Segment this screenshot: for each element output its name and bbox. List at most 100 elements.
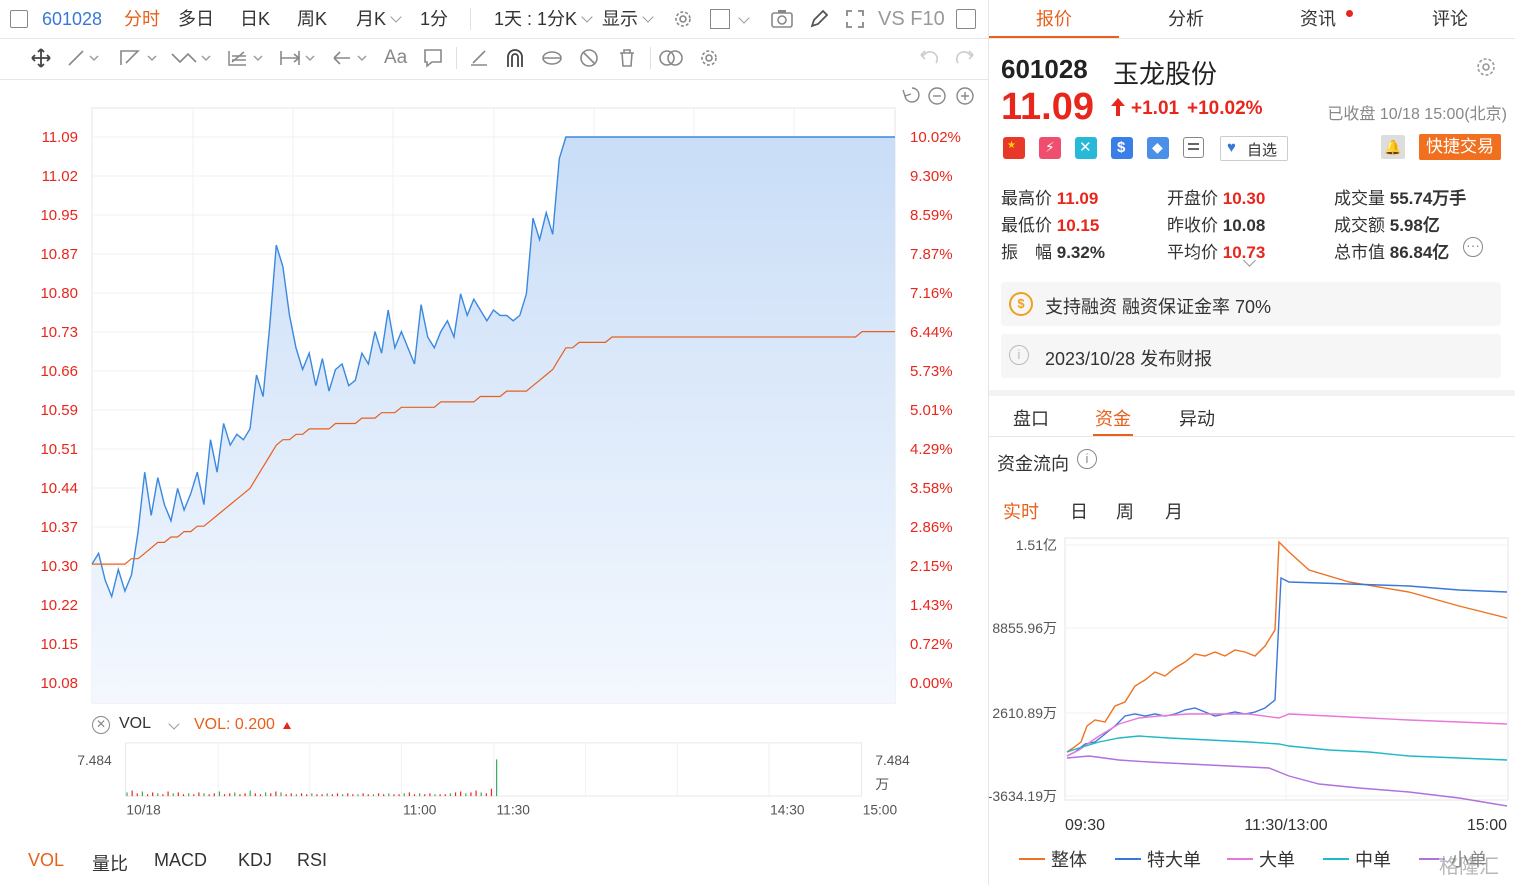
vol-bar [218, 791, 221, 797]
arrow-tool-icon[interactable] [330, 48, 372, 68]
x-label-1500: 15:00 [863, 802, 898, 817]
legend-label: 中单 [1355, 850, 1391, 870]
fund-flow-chart[interactable]: 1.51亿 8855.96万 2610.89万 -3634.19万 09:30 … [989, 530, 1515, 840]
legend-super-large[interactable]: 特大单 [1115, 846, 1201, 872]
tab-monthly-k[interactable]: 月K [356, 0, 402, 38]
undo-icon[interactable] [918, 47, 940, 69]
quote-panel: 报价 分析 资讯 评论 601028 玉龙股份 11.09 +1.01 +10.… [989, 0, 1515, 885]
comment-tool-icon[interactable] [422, 47, 444, 69]
legend-overall[interactable]: 整体 [1019, 846, 1087, 872]
tab-analysis[interactable]: 分析 [1121, 0, 1251, 38]
vol-bar [321, 794, 323, 797]
pct-tick: 6.44% [910, 324, 953, 341]
bell-icon[interactable]: 🔔 [1381, 135, 1405, 159]
compare-icon[interactable] [658, 47, 684, 69]
margin-info-row[interactable]: $ 支持融资 融资保证金率 70% [1001, 282, 1501, 326]
period-realtime[interactable]: 实时 [1003, 498, 1039, 524]
tab-order-book[interactable]: 盘口 [1013, 405, 1049, 431]
quote-settings-icon[interactable] [1475, 56, 1497, 78]
lightning-icon[interactable]: ⚡ [1039, 137, 1061, 159]
period-week[interactable]: 周 [1116, 498, 1134, 524]
coin-icon: $ [1009, 292, 1033, 316]
tab-vol[interactable]: VOL [28, 850, 64, 871]
fullscreen-icon[interactable] [844, 8, 866, 30]
tab-rsi[interactable]: RSI [297, 850, 327, 871]
stat-item: 总市值 86.84亿 [1334, 238, 1449, 263]
tag-icon[interactable]: ◆ [1147, 137, 1169, 159]
tab-anomaly[interactable]: 异动 [1179, 405, 1215, 431]
checkbox-icon[interactable] [710, 9, 730, 29]
legend-medium[interactable]: 中单 [1323, 846, 1391, 872]
report-info-row[interactable]: i 2023/10/28 发布财报 [1001, 334, 1501, 378]
camera-icon[interactable] [770, 8, 794, 30]
stat-label: 开盘价 [1167, 189, 1223, 208]
tab-macd[interactable]: MACD [154, 850, 207, 871]
drawing-settings-icon[interactable] [698, 47, 720, 69]
flow-info-icon[interactable]: i [1077, 449, 1097, 469]
interval-select[interactable]: 1分 [420, 0, 448, 38]
tab-daily-k[interactable]: 日K [240, 0, 270, 38]
vol-bar [362, 793, 364, 797]
period-select[interactable]: 1天 : 1分K [494, 0, 593, 38]
tab-timeshare[interactable]: 分时 [124, 0, 160, 38]
stat-label: 最低价 [1001, 216, 1057, 235]
tab-quote[interactable]: 报价 [989, 0, 1119, 38]
legend-large[interactable]: 大单 [1227, 846, 1295, 872]
vol-bar [208, 794, 210, 797]
volume-chart[interactable]: 7.484 7.484 万 10/18 11:00 11:30 14:30 15… [0, 720, 988, 830]
tab-multiday[interactable]: 多日 [178, 0, 214, 38]
stat-item: 最高价 11.09 [1001, 184, 1098, 209]
quick-trade-button[interactable]: 快捷交易 [1419, 134, 1501, 160]
vol-bar [388, 793, 390, 797]
price-tick: 11.02 [42, 168, 78, 185]
text-tool-icon[interactable]: Aa [384, 39, 407, 77]
ruler-icon[interactable] [468, 47, 490, 69]
price-chart[interactable]: 11.09 11.02 10.95 10.87 10.80 10.73 10.66 10.59… [0, 80, 988, 720]
fib-tool-icon[interactable] [226, 48, 268, 68]
sidebar-toggle-icon[interactable] [10, 10, 28, 28]
move-icon[interactable] [30, 47, 52, 69]
vol-bar [460, 791, 462, 797]
magnet-icon[interactable] [504, 47, 526, 69]
settings-gear-icon[interactable] [672, 8, 694, 30]
hide-drawings-icon[interactable] [578, 47, 600, 69]
tab-weekly-k[interactable]: 周K [297, 0, 327, 38]
price-tick: 10.73 [40, 324, 78, 341]
vol-bar [377, 793, 380, 797]
redo-icon[interactable] [954, 47, 976, 69]
chevron-down-icon[interactable] [738, 12, 750, 24]
tab-comments[interactable]: 评论 [1385, 0, 1515, 38]
vol-bar [306, 794, 308, 797]
pen-icon[interactable] [808, 8, 830, 30]
period-day[interactable]: 日 [1070, 498, 1088, 524]
dollar-icon[interactable]: $ [1111, 137, 1133, 159]
note-icon[interactable] [1183, 137, 1204, 158]
pct-tick: 1.43% [910, 597, 953, 614]
more-stats-icon[interactable]: ··· [1463, 237, 1483, 257]
lock-drawing-icon[interactable] [540, 47, 564, 69]
top-toolbar: 601028 分时 多日 日K 周K 月K 1分 1天 : 1分K 显示 VS … [0, 0, 988, 39]
shuffle-icon[interactable]: ✕ [1075, 137, 1097, 159]
polyline-tool-icon[interactable] [118, 48, 160, 68]
range-tool-icon[interactable] [278, 48, 320, 68]
flow-y-label-1: 8855.96万 [992, 620, 1057, 636]
vol-bar [285, 794, 287, 797]
wave-tool-icon[interactable] [170, 48, 214, 68]
vol-bar [229, 793, 231, 797]
tab-fund-flow[interactable]: 资金 [1095, 405, 1131, 431]
watchlist-button[interactable]: ♥ 自选 [1220, 136, 1288, 161]
price-tick: 10.22 [40, 597, 78, 614]
stock-code: 601028 [42, 9, 103, 29]
vs-f10-button[interactable]: VS F10 [878, 0, 945, 38]
period-month[interactable]: 月 [1165, 498, 1183, 524]
panel-toggle-icon[interactable] [956, 9, 976, 29]
pct-tick: 8.59% [910, 207, 953, 224]
tab-news[interactable]: 资讯 [1253, 0, 1383, 38]
tab-quote-underline [989, 36, 1119, 38]
tab-volume-ratio[interactable]: 量比 [92, 850, 128, 876]
vol-bar [136, 793, 138, 797]
tab-kdj[interactable]: KDJ [238, 850, 272, 871]
display-menu[interactable]: 显示 [602, 0, 654, 38]
trash-icon[interactable] [616, 47, 638, 69]
line-tool-icon[interactable] [66, 48, 100, 68]
